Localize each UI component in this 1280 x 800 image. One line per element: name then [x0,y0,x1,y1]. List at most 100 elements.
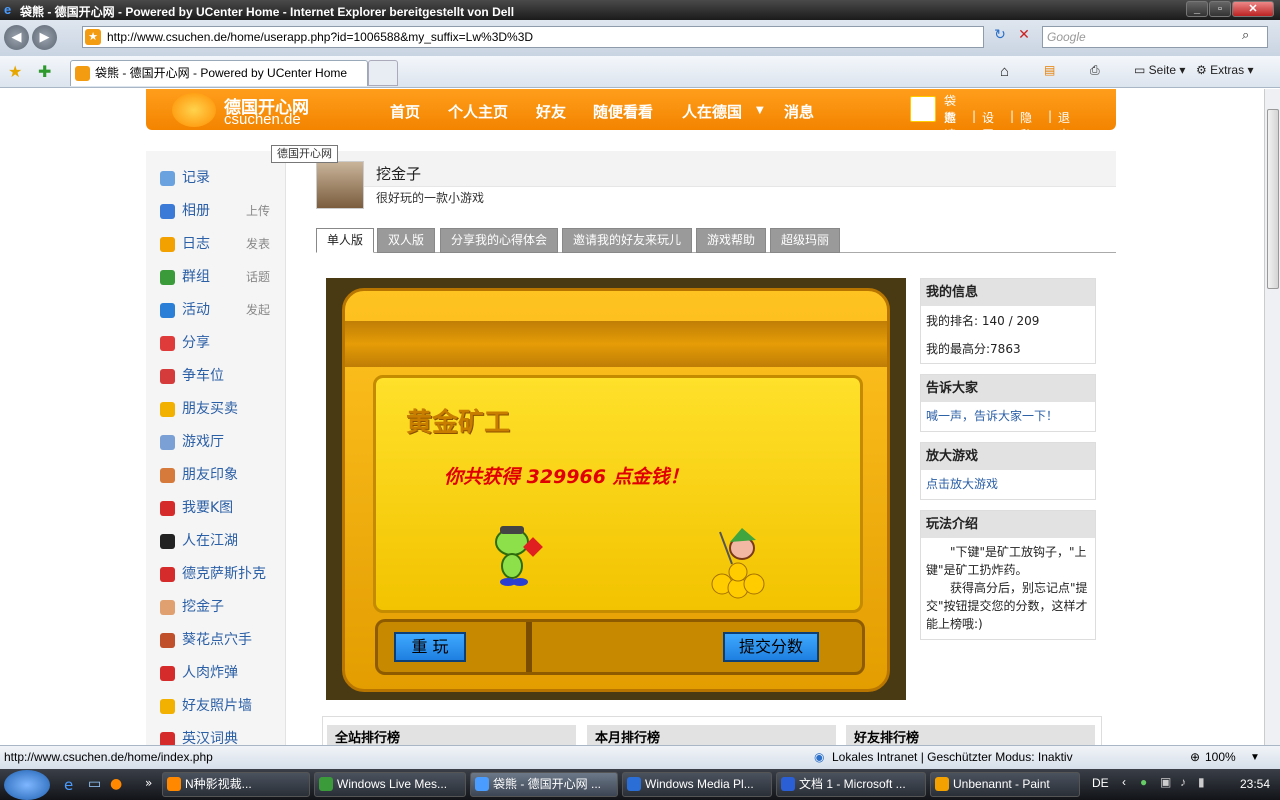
forward-button[interactable]: ▶ [32,25,57,50]
link-settings[interactable]: 设置 [982,109,994,143]
firefox-quicklaunch-icon[interactable]: ● [110,776,122,792]
tab-single-player[interactable]: 单人版 [316,228,375,253]
new-tab-button[interactable] [368,60,398,86]
sidebar-item[interactable]: 人肉炸弹 [160,662,280,684]
replay-button[interactable]: 重 玩 [394,632,466,662]
sidebar-item[interactable]: 朋友印象 [160,464,280,486]
sidebar-item[interactable]: 分享 [160,332,280,354]
nav-home[interactable]: 首页 [390,101,420,122]
sidebar-item[interactable]: 活动 发起 [160,299,280,321]
site-logo[interactable]: 德国开心网 csuchen.de [172,91,352,129]
sidebar-item[interactable]: 相册 上传 [160,200,280,222]
sidebar-item-action[interactable]: 发表 [246,233,270,255]
minimize-button[interactable]: _ [1186,1,1208,17]
app-thumbnail [316,161,364,209]
sidebar-item[interactable]: 人在江湖 [160,530,280,552]
sidebar-item[interactable]: 争车位 [160,365,280,387]
game-canvas[interactable]: 黄金矿工 你共获得 329966 点金钱！ 重 玩 提交分数 [326,278,906,700]
sidebar-item[interactable]: 日志 发表 [160,233,280,255]
status-url: http://www.csuchen.de/home/index.php [4,750,213,764]
goblin-character-icon [495,526,543,586]
link-invite[interactable]: 邀请 [944,109,956,143]
sidebar-item[interactable]: 群组 话题 [160,266,280,288]
sidebar-item[interactable]: 英汉词典 [160,728,280,745]
tab-super-mario[interactable]: 超级玛丽 [770,228,841,253]
rank-label: 我的排名: [926,314,979,328]
nav-germany[interactable]: 人在德国 [682,101,742,122]
sidebar-item-label: 好友照片墙 [182,698,252,714]
tab-share-tips[interactable]: 分享我的心得体会 [440,228,559,253]
nav-messages[interactable]: 消息 [784,101,814,122]
window-titlebar: e 袋熊 - 德国开心网 - Powered by UCenter Home -… [0,0,1280,20]
tools-menu[interactable]: ⚙ Extras ▾ [1196,63,1253,77]
taskbar-item[interactable]: Windows Live Mes... [314,772,466,797]
avatar[interactable] [910,96,936,122]
refresh-icon[interactable]: ↻ [990,27,1010,47]
taskbar-item[interactable]: 文档 1 - Microsoft ... [776,772,926,797]
sidebar-item[interactable]: 游戏厅 [160,431,280,453]
sidebar-item-label: 记录 [182,170,210,186]
tray-arrow-icon[interactable]: ‹ [1122,775,1126,789]
start-button[interactable] [4,770,50,800]
vertical-scrollbar[interactable] [1264,89,1280,745]
sidebar-item[interactable]: 朋友买卖 [160,398,280,420]
ranking-friends: 好友排行榜 [846,725,1095,745]
network-tray-icon[interactable]: ▣ [1160,775,1171,789]
taskbar-item[interactable]: 袋熊 - 德国开心网 ... [470,772,618,797]
nav-profile[interactable]: 个人主页 [448,101,508,122]
page-menu[interactable]: ▭ Seite ▾ [1134,63,1185,77]
clock[interactable]: 23:54 [1240,777,1270,791]
browser-tab-active[interactable]: 袋熊 - 德国开心网 - Powered by UCenter Home [70,60,368,86]
favorites-star-icon[interactable]: ★ [8,62,22,81]
sidebar-item-action[interactable]: 发起 [246,299,270,321]
taskbar-item-label: Windows Media Pl... [645,777,754,791]
nav-germany-chevron-icon[interactable]: ▼ [756,105,764,116]
nav-friends[interactable]: 好友 [536,101,566,122]
submit-score-button[interactable]: 提交分数 [723,632,819,662]
nav-browse[interactable]: 随便看看 [593,101,653,122]
panel-zoom-game: 放大游戏 点击放大游戏 [920,442,1096,500]
tab-game-help[interactable]: 游戏帮助 [696,228,767,253]
sidebar-item-action[interactable]: 上传 [246,200,270,222]
sidebar-item[interactable]: 挖金子 [160,596,280,618]
quicklaunch-more-icon[interactable]: » [145,776,152,790]
messenger-tray-icon[interactable]: ● [1140,775,1147,789]
home-icon[interactable]: ⌂ [1000,63,1009,80]
sidebar-item[interactable]: 好友照片墙 [160,695,280,717]
tab-two-player[interactable]: 双人版 [377,228,436,253]
maximize-button[interactable]: ▫ [1209,1,1231,17]
zoom-level[interactable]: 100% [1205,746,1236,769]
ie-quicklaunch-icon[interactable]: e [64,776,73,794]
sidebar-item[interactable]: 葵花点穴手 [160,629,280,651]
tell-everyone-link[interactable]: 喊一声，告诉大家一下！ [926,409,1058,423]
sidebar-item-action[interactable]: 话题 [246,266,270,288]
taskbar-item[interactable]: N种影视裁... [162,772,310,797]
search-icon[interactable]: ⌕ [1242,28,1249,43]
close-button[interactable]: ✕ [1232,1,1274,17]
feeds-icon[interactable]: ▤ [1044,63,1055,77]
taskbar-item[interactable]: Unbenannt - Paint [930,772,1080,797]
link-logout[interactable]: 退出 [1058,109,1070,143]
volume-tray-icon[interactable]: ♪ [1180,775,1186,789]
tab-invite-friends[interactable]: 邀请我的好友来玩儿 [562,228,693,253]
link-privacy[interactable]: 隐私 [1020,109,1032,143]
sidebar-item-label: 日志 [182,236,210,252]
address-input[interactable]: ★ http://www.csuchen.de/home/userapp.php… [82,26,984,48]
scrollbar-thumb[interactable] [1267,109,1279,289]
stop-icon[interactable]: ✕ [1014,27,1034,47]
back-button[interactable]: ◀ [4,25,29,50]
print-icon[interactable]: ⎙ [1090,63,1100,78]
language-indicator[interactable]: DE [1092,776,1109,790]
zoom-chevron-icon[interactable]: ▼ [1250,746,1260,769]
sidebar-item[interactable]: 记录 [160,167,280,189]
zoom-game-link[interactable]: 点击放大游戏 [926,477,998,491]
sidebar-item[interactable]: 德克萨斯扑克 [160,563,280,585]
search-input[interactable]: Google [1042,26,1268,48]
taskbar-item[interactable]: Windows Media Pl... [622,772,772,797]
zoom-icon[interactable]: ⊕ [1190,746,1200,769]
power-tray-icon[interactable]: ▮ [1198,775,1205,789]
sidebar-item[interactable]: 我要K图 [160,497,280,519]
desktop-quicklaunch-icon[interactable]: ▭ [88,776,101,792]
add-favorite-icon[interactable]: ✚ [38,62,51,81]
sidebar: 记录相册 上传日志 发表群组 话题活动 发起分享争车位朋友买卖游戏厅朋友印象我要K图人在… [146,151,286,745]
